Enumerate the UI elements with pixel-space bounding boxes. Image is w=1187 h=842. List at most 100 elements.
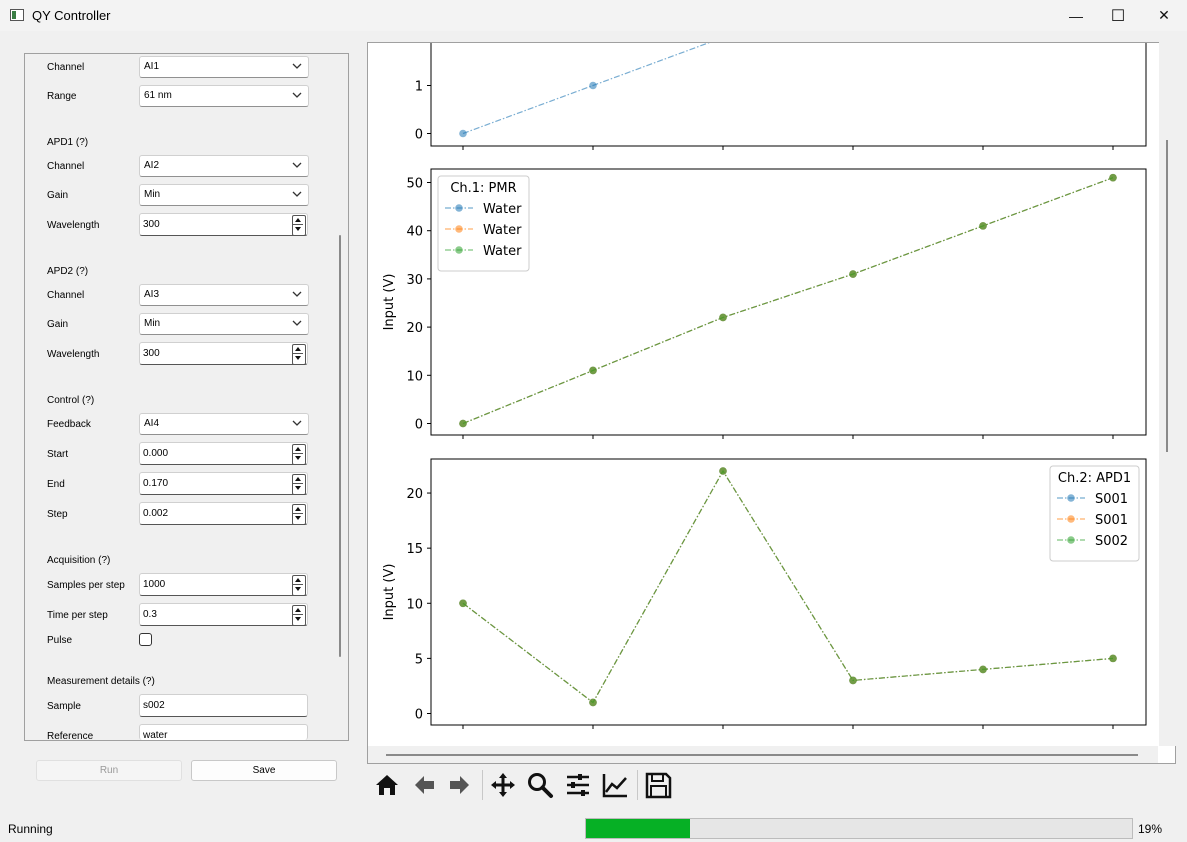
legend-marker — [1067, 494, 1075, 502]
plot-horizontal-scroll-thumb[interactable] — [386, 754, 1138, 756]
spin-arrows-icon[interactable] — [292, 474, 306, 495]
maximize-button[interactable]: ☐ — [1095, 0, 1141, 31]
feedback-label: Feedback — [47, 419, 91, 430]
step-label: Step — [47, 509, 68, 520]
zoom-icon — [528, 773, 553, 798]
back-arrow-icon — [415, 776, 434, 794]
apd1-wavelength-label: Wavelength — [47, 220, 100, 231]
channel-label: Channel — [47, 62, 85, 73]
range-select[interactable]: 61 nm — [139, 85, 309, 107]
data-point — [459, 129, 467, 138]
zoom-button[interactable] — [524, 769, 556, 801]
chevron-down-icon — [292, 420, 302, 426]
edit-axes-button[interactable] — [599, 769, 631, 801]
end-label: End — [47, 479, 65, 490]
progress-fill — [586, 819, 690, 838]
pulse-checkbox[interactable] — [139, 633, 152, 646]
feedback-select[interactable]: AI4 — [139, 413, 309, 435]
apd1-wavelength-spinbox[interactable]: 300 — [139, 213, 308, 236]
data-point — [719, 313, 727, 322]
plot-vertical-scroll-thumb[interactable] — [1166, 140, 1168, 452]
legend-label: Water — [483, 244, 522, 259]
pan-icon — [491, 773, 515, 797]
step-spinbox[interactable]: 0.002 — [139, 502, 308, 525]
axes-frame — [430, 458, 1147, 726]
samples-per-step-spinbox[interactable]: 1000 — [139, 573, 308, 596]
chart-panel-3: 0 5 10 15 20 Input (V) Ch.2: APD1 S001 S001 S002 — [382, 458, 1147, 729]
status-text: Running — [8, 822, 53, 836]
y-tick-label: 5 — [415, 652, 423, 667]
minimize-button[interactable]: — — [1053, 0, 1099, 31]
y-tick-label: 0 — [415, 418, 423, 433]
sample-input[interactable]: s002 — [139, 694, 308, 717]
apd1-channel-select[interactable]: AI2 — [139, 155, 309, 177]
title-bar — [0, 0, 1187, 31]
spin-arrows-icon[interactable] — [292, 444, 306, 465]
spin-arrows-icon[interactable] — [292, 504, 306, 525]
channel-select[interactable]: AI1 — [139, 56, 309, 78]
chevron-down-icon — [292, 92, 302, 98]
apd2-wavelength-spinbox[interactable]: 300 — [139, 342, 308, 365]
data-point — [459, 599, 467, 608]
settings-scrollbar[interactable] — [339, 235, 341, 657]
spin-arrows-icon[interactable] — [292, 575, 306, 596]
data-point — [1109, 173, 1117, 182]
y-tick-label: 0 — [415, 128, 423, 143]
apd2-section-title: APD2 (?) — [47, 266, 89, 277]
legend-label: S001 — [1095, 492, 1128, 507]
configure-subplots-button[interactable] — [562, 769, 594, 801]
apd2-gain-select[interactable]: Min — [139, 313, 309, 335]
apd2-gain-label: Gain — [47, 319, 69, 330]
y-tick-label: 10 — [406, 597, 423, 612]
data-point — [589, 81, 597, 90]
end-spinbox[interactable]: 0.170 — [139, 472, 308, 495]
home-button[interactable] — [371, 769, 403, 801]
run-button[interactable]: Run — [36, 760, 182, 781]
progress-percent: 19% — [1138, 822, 1163, 836]
data-point — [849, 270, 857, 278]
legend-label: S002 — [1095, 534, 1128, 549]
chevron-down-icon — [292, 63, 302, 69]
back-button[interactable] — [408, 769, 440, 801]
progress-bar — [585, 818, 1133, 839]
reference-input[interactable]: water — [139, 724, 308, 741]
chart-panel-2: 0 10 20 30 40 50 Input (V) Ch.1: PMR Water Water W… — [382, 168, 1147, 439]
close-button[interactable]: ✕ — [1141, 0, 1187, 31]
data-point — [979, 222, 987, 230]
close-icon: ✕ — [1158, 7, 1170, 23]
maximize-icon: ☐ — [1110, 7, 1126, 25]
data-point — [719, 467, 727, 475]
reference-label: Reference — [47, 731, 94, 742]
spin-arrows-icon[interactable] — [292, 215, 306, 236]
save-button[interactable]: Save — [191, 760, 337, 781]
legend-marker — [455, 246, 463, 254]
apd2-channel-label: Channel — [47, 290, 85, 301]
control-section-title: Control (?) — [47, 395, 95, 406]
apd1-channel-label: Channel — [47, 161, 85, 172]
data-point — [849, 676, 857, 685]
apd1-gain-select[interactable]: Min — [139, 184, 309, 206]
pan-button[interactable] — [487, 769, 519, 801]
acquisition-section-title: Acquisition (?) — [47, 555, 111, 566]
legend-label: S001 — [1095, 513, 1128, 528]
charts-svg[interactable]: 0101020304050Input (V)Ch.1: PMRWaterWate… — [368, 43, 1160, 747]
start-spinbox[interactable]: 0.000 — [139, 442, 308, 465]
legend-title: Ch.2: APD1 — [1058, 471, 1131, 486]
data-point — [459, 419, 467, 428]
forward-button[interactable] — [444, 769, 476, 801]
samples-per-step-label: Samples per step — [47, 580, 125, 591]
axes-frame — [430, 168, 1147, 436]
plot-canvas-area: 0 1 0 10 20 30 40 50 Input (V) Ch.1: PMR Water Wate… — [367, 42, 1176, 764]
spin-arrows-icon[interactable] — [292, 605, 306, 626]
data-point — [589, 366, 597, 375]
y-tick-label: 40 — [406, 225, 423, 240]
y-tick-label: 1 — [415, 80, 423, 95]
apd2-channel-select[interactable]: AI3 — [139, 284, 309, 306]
time-per-step-spinbox[interactable]: 0.3 — [139, 603, 308, 626]
spin-arrows-icon[interactable] — [292, 344, 306, 365]
legend: Ch.1: PMR Water Water Water — [437, 175, 530, 272]
chevron-down-icon — [292, 162, 302, 168]
chevron-down-icon — [292, 191, 302, 197]
save-figure-button[interactable] — [642, 769, 674, 801]
y-axis-label: Input (V) — [382, 274, 397, 331]
